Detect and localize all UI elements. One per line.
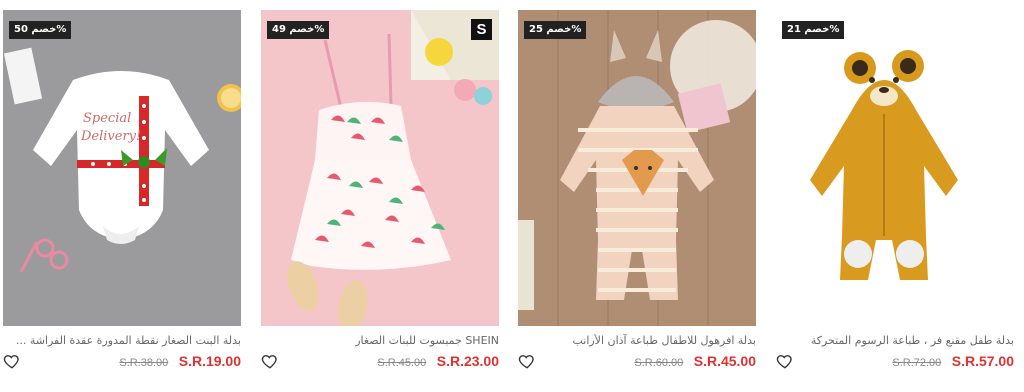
- price-row: S.R.60.00 S.R.45.00: [518, 351, 756, 371]
- original-price: S.R.45.00: [377, 357, 427, 369]
- prices: S.R.72.00 S.R.57.00: [892, 353, 1014, 371]
- discount-badge: خصم 50%: [9, 21, 72, 39]
- product-title[interactable]: بدلة طفل مقنع فر ، طباعة الرسوم المتحركة: [776, 334, 1014, 348]
- discount-badge: خصم 25%: [524, 21, 587, 39]
- product-title[interactable]: بدلة البنت الصغار نقطة المدورة عقدة الفر…: [3, 334, 241, 348]
- product-card[interactable]: خصم 21% بدلة طفل مقنع فر ، طباعة الرسوم …: [776, 10, 1014, 382]
- product-card[interactable]: خصم 25% بدلة افرهول للاطفال طباعة آذان ا…: [518, 10, 756, 382]
- heart-icon[interactable]: [776, 352, 794, 370]
- sale-price: S.R.57.00: [951, 353, 1014, 369]
- product-image[interactable]: Special Delivery! خصم 50%: [3, 10, 241, 326]
- original-price: S.R.60.00: [634, 357, 684, 369]
- prices: S.R.45.00 S.R.23.00: [377, 353, 499, 371]
- prices: S.R.60.00 S.R.45.00: [634, 353, 756, 371]
- sale-price: S.R.19.00: [178, 353, 241, 369]
- product-image[interactable]: خصم 49% S: [261, 10, 499, 326]
- svg-text:Special: Special: [83, 111, 131, 126]
- heart-icon[interactable]: [3, 352, 21, 370]
- product-title[interactable]: SHEIN جمبسوت للبنات الصغار: [261, 334, 499, 348]
- product-title[interactable]: بدلة افرهول للاطفال طباعة آذان الأرانب: [518, 334, 756, 348]
- heart-icon[interactable]: [261, 352, 279, 370]
- product-image[interactable]: خصم 25%: [518, 10, 756, 326]
- price-row: S.R.45.00 S.R.23.00: [261, 351, 499, 371]
- discount-badge: خصم 21%: [782, 21, 845, 39]
- original-price: S.R.38.00: [119, 357, 169, 369]
- sale-price: S.R.45.00: [693, 353, 756, 369]
- price-row: S.R.72.00 S.R.57.00: [776, 351, 1014, 371]
- product-image[interactable]: خصم 21%: [776, 10, 1014, 326]
- product-card[interactable]: Special Delivery! خصم 50% بدلة البنت الص…: [3, 10, 241, 382]
- brand-logo: S: [471, 19, 492, 40]
- original-price: S.R.72.00: [892, 357, 942, 369]
- heart-icon[interactable]: [518, 352, 536, 370]
- sale-price: S.R.23.00: [436, 353, 499, 369]
- price-row: S.R.38.00 S.R.19.00: [3, 351, 241, 371]
- discount-badge: خصم 49%: [267, 21, 330, 39]
- product-card[interactable]: خصم 49% S SHEIN جمبسوت للبنات الصغار S.R…: [261, 10, 499, 382]
- prices: S.R.38.00 S.R.19.00: [119, 353, 241, 371]
- svg-text:Delivery!: Delivery!: [80, 129, 141, 144]
